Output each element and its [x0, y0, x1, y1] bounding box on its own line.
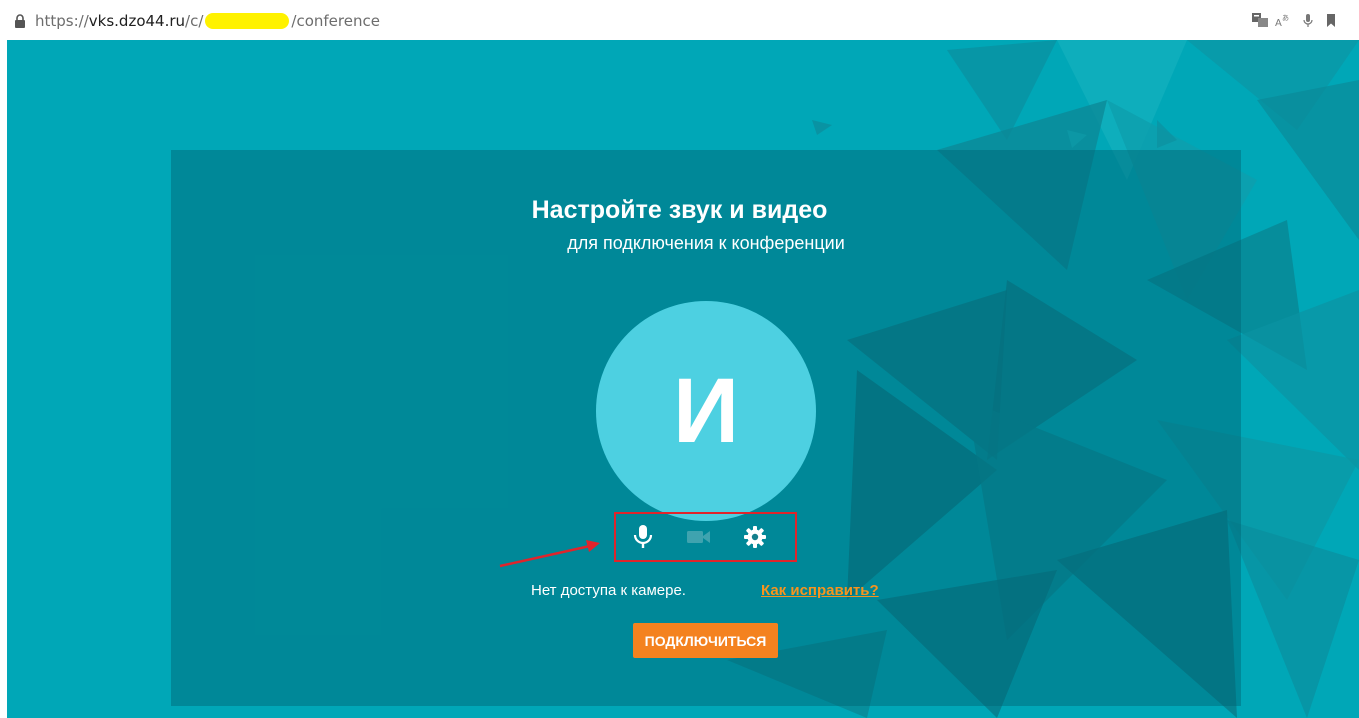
- camera-status-text: Нет доступа к камере.: [531, 582, 686, 599]
- camera-icon: [687, 531, 710, 543]
- lock-icon: [15, 14, 25, 28]
- url-host: vks.dzo44.ru: [88, 12, 186, 30]
- url-scheme: https://: [35, 12, 89, 30]
- connect-button[interactable]: ПОДКЛЮЧИТЬСЯ: [633, 623, 778, 658]
- bookmark-icon[interactable]: [1322, 11, 1340, 29]
- avatar-initial: И: [672, 360, 740, 462]
- translate-icon[interactable]: [1251, 11, 1269, 29]
- address-bar[interactable]: https://vks.dzo44.ru/c/ /conference A あ: [0, 0, 1359, 40]
- read-aloud-icon[interactable]: A あ: [1274, 11, 1292, 29]
- microphone-toggle[interactable]: [630, 524, 656, 550]
- svg-text:A: A: [1275, 18, 1282, 29]
- avatar: И: [596, 301, 816, 521]
- gear-icon: [744, 526, 766, 548]
- url-text[interactable]: https://vks.dzo44.ru/c/ /conference: [35, 12, 380, 30]
- page-subtitle: для подключения к конференции: [567, 233, 845, 253]
- settings-button[interactable]: [742, 524, 768, 550]
- how-to-fix-link[interactable]: Как исправить?: [761, 582, 879, 599]
- svg-text:あ: あ: [1282, 14, 1289, 22]
- microphone-small-icon[interactable]: [1299, 11, 1317, 29]
- page-title: Настройте звук и видео: [531, 196, 828, 224]
- url-path-end: /conference: [291, 12, 380, 30]
- microphone-icon: [633, 525, 653, 548]
- camera-toggle[interactable]: [686, 524, 712, 550]
- url-redaction-highlight: [205, 13, 290, 29]
- url-path-start: /c/: [185, 12, 204, 30]
